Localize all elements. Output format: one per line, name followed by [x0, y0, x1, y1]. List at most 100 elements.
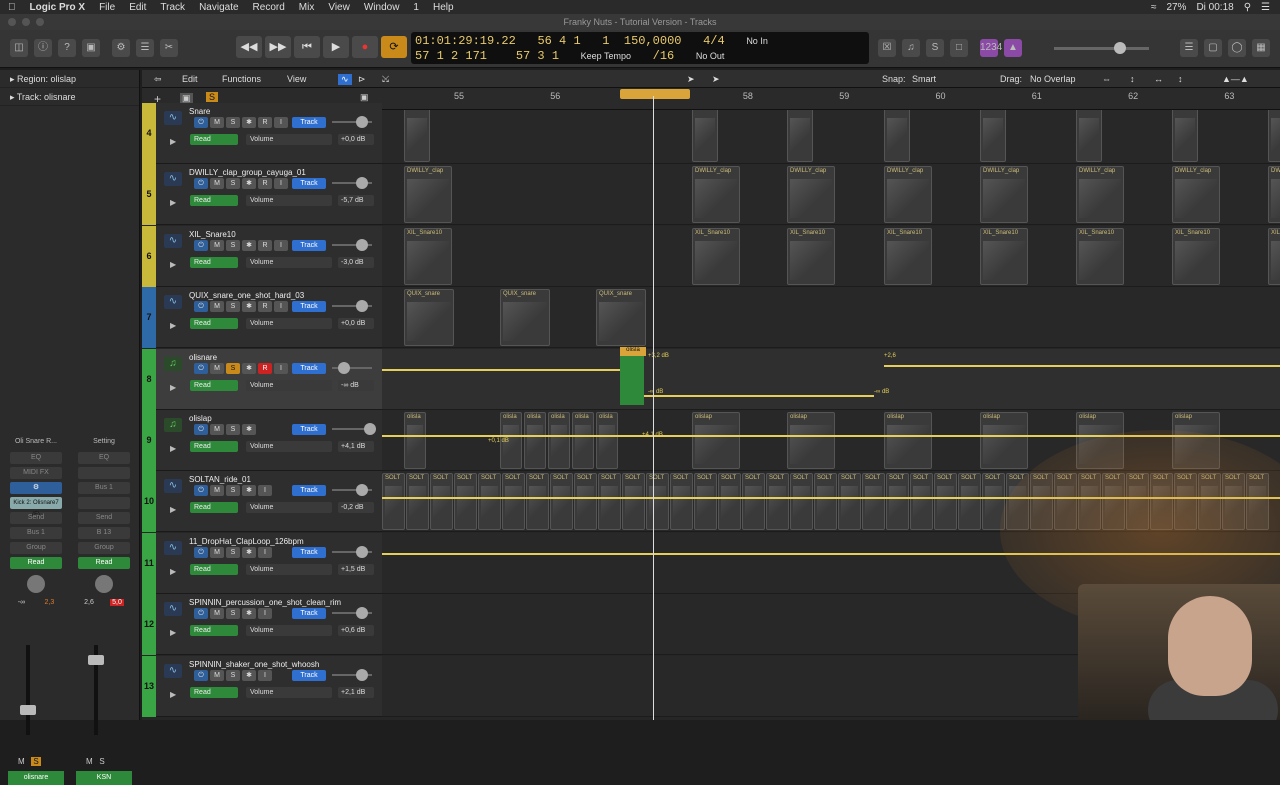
audio-region[interactable]: DWILLY_clap [1076, 166, 1124, 224]
freeze-button[interactable]: ✱ [242, 301, 256, 313]
track-lane[interactable]: XIL_Snare10 XIL_Snare10 XIL_Snare10 XIL_Sna… [382, 225, 1280, 287]
input-monitor-button[interactable]: I [258, 608, 272, 620]
audio-region[interactable]: XIL_Snare10 [1172, 227, 1220, 285]
freeze-button[interactable]: ✱ [242, 669, 256, 681]
menu-edit[interactable]: Edit [129, 2, 146, 13]
solo-button[interactable]: S [226, 424, 240, 435]
automation-parameter-select[interactable]: Volume [246, 441, 332, 452]
track-automation-button[interactable]: Track [292, 239, 326, 251]
track-volume-knob[interactable] [356, 484, 368, 497]
strip-mute-solo[interactable]: M S [18, 757, 41, 766]
audio-region[interactable]: DWILLY_clap [1172, 166, 1220, 224]
mute-button[interactable]: M [210, 117, 224, 128]
go-to-start-button[interactable]: ⏮ [294, 36, 320, 58]
audio-region[interactable]: XIL_Snare10 [692, 227, 740, 285]
track-volume-knob[interactable] [364, 423, 376, 435]
power-icon[interactable]: ⏻ [194, 117, 208, 128]
zoom-vertical-icon[interactable]: ↕ [1130, 74, 1135, 84]
disclosure-triangle-icon[interactable]: ▶ [170, 690, 176, 699]
audio-region[interactable]: XIL_Snare10 [1076, 227, 1124, 285]
track-automation-button[interactable]: Track [292, 117, 326, 128]
zoom-slider-icon[interactable]: ▲—▲ [1222, 74, 1249, 84]
count-in-1234-icon[interactable]: 1234 [980, 39, 1002, 57]
track-name[interactable]: SOLTAN_ride_01 [189, 475, 251, 484]
input-monitor-button[interactable]: I [258, 546, 272, 558]
apple-icon[interactable]:  [8, 2, 16, 13]
strip2-empty-slot[interactable] [78, 467, 130, 479]
pan-knob[interactable] [27, 575, 45, 593]
track-lane[interactable] [382, 110, 1280, 164]
audio-region[interactable]: XIL_Snare10 [404, 227, 452, 285]
playhead[interactable] [653, 96, 654, 720]
list-editors-icon[interactable]: ☰ [1180, 39, 1198, 57]
freeze-button[interactable]: ✱ [242, 117, 256, 128]
send-slot[interactable]: Send [10, 512, 62, 524]
track-automation-button[interactable]: Track [292, 301, 326, 313]
strip2-setting[interactable]: Setting [76, 435, 132, 449]
menu-window[interactable]: Window [364, 2, 400, 13]
track-automation-button[interactable]: Track [292, 178, 326, 190]
instrument-slot[interactable]: ⚙ [10, 482, 62, 494]
fader-cap[interactable] [20, 705, 36, 715]
track-name[interactable]: DWILLY_clap_group_cayuga_01 [189, 168, 306, 177]
audio-region[interactable]: olisla [596, 412, 618, 469]
view-menu[interactable]: View [287, 74, 306, 84]
lcd-signature[interactable]: 4/4 [703, 34, 725, 48]
bar-ruler[interactable]: 555657585960616263 [382, 88, 1280, 110]
automation-parameter-select[interactable]: Volume [246, 379, 332, 391]
freeze-button[interactable]: ✱ [242, 178, 256, 190]
track-volume-knob[interactable] [356, 607, 368, 620]
drag-select[interactable]: No Overlap [1030, 74, 1076, 84]
mute-button[interactable]: M [210, 608, 224, 620]
replace-icon[interactable]: ☒ [878, 39, 896, 57]
track-automation-button[interactable]: Track [292, 546, 326, 558]
track-volume-knob[interactable] [356, 300, 368, 313]
menu-navigate[interactable]: Navigate [199, 2, 238, 13]
lcd-keep-tempo[interactable]: Keep Tempo [581, 51, 631, 61]
track-automation-button[interactable]: Track [292, 424, 326, 435]
audio-region[interactable]: SOLT [934, 473, 957, 531]
strip2-output-bus[interactable]: B 13 [78, 527, 130, 539]
record-enable-button[interactable]: R [258, 239, 272, 251]
disclosure-triangle-icon[interactable]: ▶ [170, 260, 176, 269]
mute-button[interactable]: M [210, 546, 224, 558]
audio-region[interactable]: SOLT [742, 473, 765, 531]
automation-value[interactable]: -3,0 dB [338, 256, 374, 268]
track-name[interactable]: olislap [189, 414, 212, 423]
automation-mode-select[interactable]: Read [190, 563, 238, 575]
tuner-icon[interactable]: ♫ [902, 39, 920, 57]
automation-value[interactable]: +1,5 dB [338, 563, 374, 575]
close-window-button[interactable] [8, 18, 16, 26]
solo-button[interactable]: S [226, 546, 240, 558]
forward-button[interactable]: ▶▶ [265, 36, 291, 58]
track-header[interactable]: 4 ∿ Snare ⏻ M S ✱ R I Track ▶ Read Volume +0,0 dB [142, 103, 382, 164]
midi-fx-slot[interactable]: MIDI FX [10, 467, 62, 479]
count-in-icon[interactable]: □ [950, 39, 968, 57]
automation-value[interactable]: +2,1 dB [338, 686, 374, 698]
freeze-button[interactable]: ✱ [242, 485, 256, 497]
strip2-mute-solo[interactable]: M S [86, 757, 105, 766]
power-icon[interactable]: ⏻ [194, 301, 208, 313]
track-inspector-header[interactable]: ▸ Track: olisnare [0, 88, 139, 106]
audio-region[interactable]: SOLT [454, 473, 477, 531]
audio-region[interactable]: XIL_Snare10 [1268, 227, 1280, 285]
back-icon[interactable]: ⇦ [154, 74, 162, 85]
audio-region[interactable]: SOLT [478, 473, 501, 531]
lcd-division[interactable]: /16 [653, 49, 675, 63]
audio-region[interactable]: olisla [572, 412, 594, 469]
audio-region[interactable] [1076, 110, 1102, 162]
record-enable-button[interactable]: R [258, 117, 272, 128]
audio-region[interactable]: DWILLY_clap [404, 166, 452, 224]
audio-region[interactable]: SOLT [694, 473, 717, 531]
audio-region[interactable]: SOLT [886, 473, 909, 531]
disclosure-triangle-icon[interactable]: ▶ [170, 444, 176, 453]
audio-region[interactable]: olislap [787, 412, 835, 469]
lcd-display[interactable]: 01:01:29:19.22 56 4 1 1 150,0000 4/4 No … [411, 32, 869, 64]
record-enable-button[interactable]: R [258, 301, 272, 313]
mute-button[interactable]: M [210, 669, 224, 681]
audio-region[interactable]: olislap [884, 412, 932, 469]
audio-region[interactable]: XIL_Snare10 [980, 227, 1028, 285]
mute-button[interactable]: M [210, 424, 224, 435]
browser-icon[interactable]: ▦ [1252, 39, 1270, 57]
automation-mode-select[interactable]: Read [190, 625, 238, 637]
